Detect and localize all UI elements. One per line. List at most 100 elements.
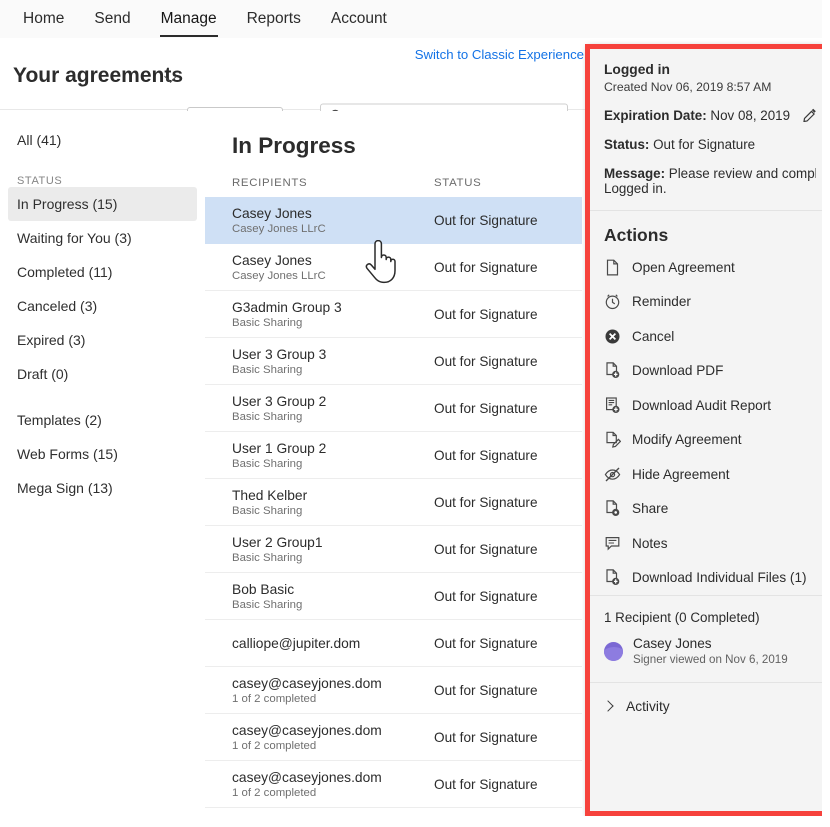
row-recipient-name: User 1 Group 2 (232, 441, 434, 456)
table-row[interactable]: casey@caseyjones.dom 1 of 2 completedOut … (205, 761, 582, 808)
nav-item-home[interactable]: Home (8, 0, 79, 38)
action-item[interactable]: Open Agreement (590, 250, 830, 285)
download-pdf-icon (604, 362, 621, 379)
row-status: Out for Signature (434, 777, 538, 792)
column-header-status: STATUS (434, 177, 481, 189)
action-label: Hide Agreement (632, 467, 729, 482)
nav-item-reports[interactable]: Reports (232, 0, 316, 38)
sidebar-spacer (0, 391, 205, 403)
table-row[interactable]: G3admin Group 3 Basic SharingOut for Sign… (205, 291, 582, 338)
nav-item-manage[interactable]: Manage (146, 0, 232, 38)
sidebar-item-mega-sign[interactable]: Mega Sign (13) (8, 471, 197, 505)
row-recipient-sub: Casey Jones LLrC (232, 223, 434, 235)
row-status: Out for Signature (434, 495, 538, 510)
list-column-headers: RECIPIENTS STATUS (205, 159, 582, 197)
activity-section-toggle[interactable]: Activity (590, 683, 830, 730)
action-label: Open Agreement (632, 260, 735, 275)
sidebar-item-web-forms[interactable]: Web Forms (15) (8, 437, 197, 471)
row-recipient-cell: Bob BasicBasic Sharing (232, 582, 434, 611)
row-recipient-cell: G3admin Group 3 Basic Sharing (232, 300, 434, 329)
table-row[interactable]: User 3 Group 2Basic SharingOut for Signa… (205, 385, 582, 432)
action-item[interactable]: Download Individual Files (1) (590, 561, 830, 596)
action-label: Notes (632, 536, 668, 551)
notes-icon (604, 535, 621, 552)
download-files-icon (604, 569, 621, 586)
agreements-list: In Progress RECIPIENTS STATUS Casey Jone… (205, 111, 582, 827)
table-row[interactable]: casey@caseyjones.dom1 of 2 completedOut … (205, 667, 582, 714)
list-title: In Progress (205, 111, 582, 159)
table-row[interactable]: casey@caseyjones.dom1 of 2 completedOut … (205, 714, 582, 761)
row-status: Out for Signature (434, 260, 538, 275)
table-row[interactable]: User 1 Group 2Basic SharingOut for Signa… (205, 432, 582, 479)
row-recipient-sub: Casey Jones LLrC (232, 270, 434, 282)
action-item[interactable]: Share (590, 492, 830, 527)
row-recipient-cell: Casey Jones Casey Jones LLrC (232, 206, 434, 235)
table-row[interactable]: User 3 Group 3Basic SharingOut for Signa… (205, 338, 582, 385)
action-label: Modify Agreement (632, 432, 742, 447)
recipients-heading: 1 Recipient (0 Completed) (590, 596, 830, 625)
agreement-detail-panel: Logged in Created Nov 06, 2019 8:57 AM E… (590, 49, 830, 811)
row-recipient-name: Casey Jones (232, 206, 434, 221)
action-item[interactable]: Modify Agreement (590, 423, 830, 458)
edit-pencil-icon[interactable] (803, 108, 817, 122)
row-recipient-name: G3admin Group 3 (232, 300, 434, 315)
table-row[interactable]: Bob BasicBasic SharingOut for Signature (205, 573, 582, 620)
column-header-recipients: RECIPIENTS (232, 177, 434, 189)
row-status: Out for Signature (434, 448, 538, 463)
audit-report-icon (604, 397, 621, 414)
sidebar-item-completed[interactable]: Completed (11) (8, 255, 197, 289)
sidebar-item-templates[interactable]: Templates (2) (8, 403, 197, 437)
row-recipient-sub: Basic Sharing (232, 317, 434, 329)
row-recipient-name: User 3 Group 2 (232, 394, 434, 409)
table-row[interactable]: Casey JonesCasey Jones LLrCOut for Signa… (205, 197, 582, 244)
row-recipient-name: User 3 Group 3 (232, 347, 434, 362)
action-label: Download Audit Report (632, 398, 771, 413)
clock-icon (604, 293, 621, 310)
action-label: Reminder (632, 294, 691, 309)
window-right-margin (822, 0, 830, 827)
sidebar-item-draft[interactable]: Draft (0) (8, 357, 197, 391)
row-recipient-sub: 1 of 2 completed (232, 693, 434, 705)
action-item[interactable]: Reminder (590, 285, 830, 320)
action-item[interactable]: Download Audit Report (590, 388, 830, 423)
row-recipient-cell: Casey JonesCasey Jones LLrC (232, 253, 434, 282)
table-row[interactable]: calliope@jupiter.domOut for Signature (205, 620, 582, 667)
chevron-down-icon[interactable] (165, 71, 178, 84)
recipient-name: Casey Jones (633, 636, 788, 651)
row-recipient-cell: casey@caseyjones.dom 1 of 2 completed (232, 770, 434, 799)
row-recipient-sub: Basic Sharing (232, 552, 434, 564)
action-item[interactable]: Cancel (590, 319, 830, 354)
activity-label: Activity (626, 699, 670, 714)
detail-created: Created Nov 06, 2019 8:57 AM (604, 80, 816, 94)
table-row[interactable]: Casey JonesCasey Jones LLrCOut for Signa… (205, 244, 582, 291)
action-item[interactable]: Download PDF (590, 354, 830, 389)
row-recipient-sub: 1 of 2 completed (232, 787, 434, 799)
row-status: Out for Signature (434, 307, 538, 322)
sidebar-item-expired[interactable]: Expired (3) (8, 323, 197, 357)
sidebar-item-canceled[interactable]: Canceled (3) (8, 289, 197, 323)
row-recipient-sub: Basic Sharing (232, 411, 434, 423)
list-rows: Casey JonesCasey Jones LLrCOut for Signa… (205, 197, 582, 808)
table-row[interactable]: Thed KelberBasic SharingOut for Signatur… (205, 479, 582, 526)
sidebar-item-in-progress[interactable]: In Progress (15) (8, 187, 197, 221)
table-row[interactable]: User 2 Group1Basic SharingOut for Signat… (205, 526, 582, 573)
row-status: Out for Signature (434, 730, 538, 745)
actions-list: Open Agreement Reminder CancelDownload PDF… (590, 250, 830, 595)
detail-status-value: Out for Signature (653, 137, 755, 152)
actions-heading: Actions (590, 211, 830, 250)
nav-item-account[interactable]: Account (316, 0, 402, 38)
action-item[interactable]: Hide Agreement (590, 457, 830, 492)
sidebar: All (41) STATUS In Progress (15) Waiting… (0, 111, 205, 827)
switch-to-classic-link[interactable]: Switch to Classic Experience (415, 47, 584, 62)
recipient-row[interactable]: Casey Jones Signer viewed on Nov 6, 2019 (590, 625, 830, 682)
window-bottom-margin (0, 816, 830, 827)
row-recipient-name: casey@caseyjones.dom (232, 770, 434, 785)
chevron-right-icon (604, 702, 613, 711)
action-item[interactable]: Notes (590, 526, 830, 561)
page-title: Your agreements (13, 64, 183, 88)
top-navigation: Home Send Manage Reports Account (0, 0, 822, 38)
nav-item-send[interactable]: Send (79, 0, 145, 38)
sidebar-item-all[interactable]: All (41) (8, 123, 197, 157)
sidebar-item-waiting-for-you[interactable]: Waiting for You (3) (8, 221, 197, 255)
row-recipient-name: Bob Basic (232, 582, 434, 597)
